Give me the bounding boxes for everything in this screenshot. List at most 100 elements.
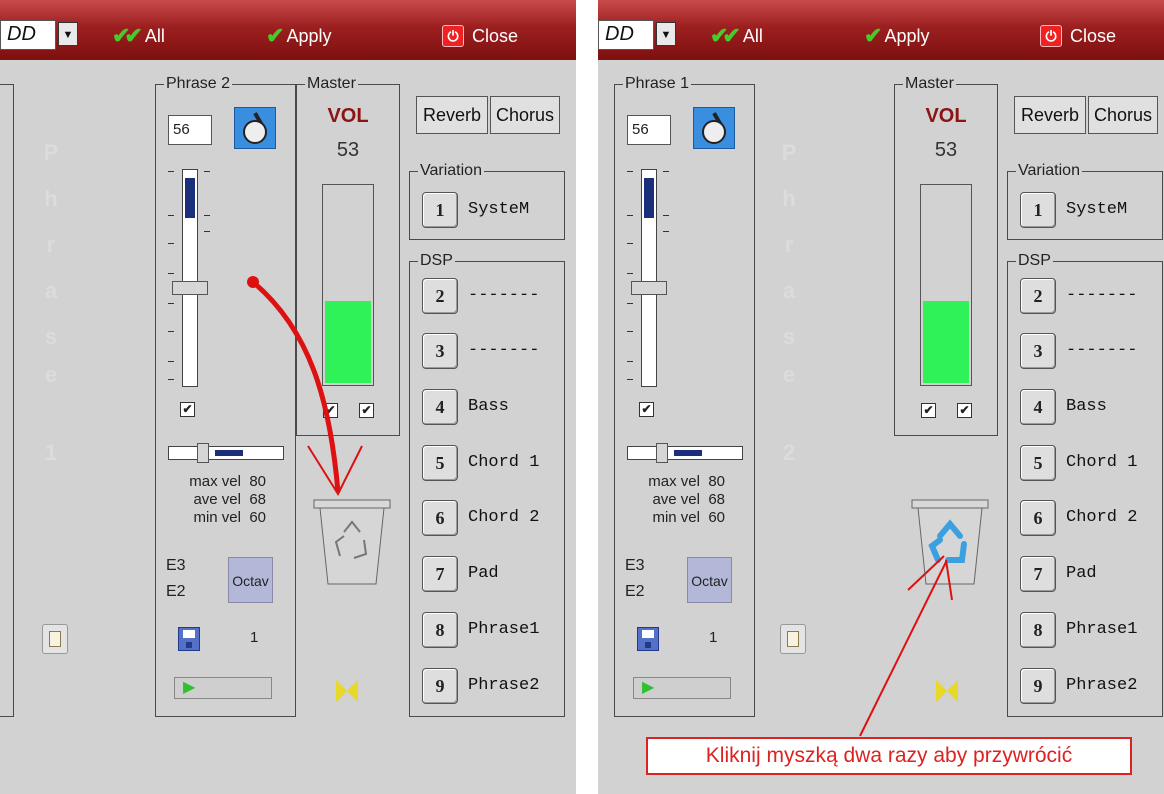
variation-label: SysteM	[1066, 200, 1128, 219]
apply-button[interactable]: ✔ Apply	[266, 22, 331, 50]
power-icon: ⏻	[1040, 25, 1062, 47]
dsp-number-button[interactable]: 4	[1020, 389, 1056, 425]
close-button[interactable]: ⏻ Close	[1040, 22, 1116, 50]
chorus-button[interactable]: Chorus	[490, 96, 560, 134]
save-icon[interactable]	[637, 627, 659, 651]
reverb-button[interactable]: Reverb	[416, 96, 488, 134]
dsp-number-button[interactable]: 5	[422, 445, 458, 481]
program-number-input[interactable]: 56	[627, 115, 671, 145]
volume-vertical-slider[interactable]	[182, 169, 198, 387]
dsp-legend: DSP	[418, 252, 455, 270]
max-vel-row: max vel 80	[156, 473, 266, 490]
paste-clipboard-icon[interactable]	[42, 624, 68, 654]
dsp-number-button[interactable]: 8	[422, 612, 458, 648]
pan-slider-thumb[interactable]	[656, 443, 668, 463]
left-screenshot-panel: DD ▼ ✔✔ All ✔ Apply ⏻ Close P h r a s e 1 P…	[0, 0, 576, 794]
ghost-letter: e	[44, 362, 58, 387]
banjo-instrument-icon[interactable]	[234, 107, 276, 149]
chorus-button[interactable]: Chorus	[1088, 96, 1158, 134]
enable-checkbox[interactable]: ✔	[180, 402, 195, 417]
variation-number-button[interactable]: 1	[422, 192, 458, 228]
phrase-group: Phrase 2 56 ✔ max vel 80 ave vel 68 min …	[155, 75, 296, 717]
paste-clipboard-icon[interactable]	[780, 624, 806, 654]
volume-vertical-slider[interactable]	[641, 169, 657, 387]
ave-vel-label: ave vel	[652, 491, 700, 508]
phrase-legend: Phrase 2	[164, 75, 233, 93]
dropdown-arrow-button[interactable]: ▼	[656, 22, 676, 46]
octave-button[interactable]: Octav	[687, 557, 732, 603]
dsp-label: Chord 1	[468, 453, 540, 472]
phrase-group: Phrase 1 56 ✔ max vel 80 ave vel 68 min …	[614, 75, 755, 717]
dsp-legend: DSP	[1016, 252, 1053, 270]
mode-dropdown[interactable]: DD	[0, 20, 56, 50]
save-icon[interactable]	[178, 627, 200, 651]
recycle-bin-icon[interactable]	[312, 496, 392, 588]
dsp-number-button[interactable]: 7	[1020, 556, 1056, 592]
min-vel-label: min vel	[193, 509, 241, 526]
double-click-callout: Kliknij myszką dwa razy aby przywrócić	[646, 737, 1132, 775]
reverb-button[interactable]: Reverb	[1014, 96, 1086, 134]
variation-number-button[interactable]: 1	[1020, 192, 1056, 228]
all-label: All	[144, 25, 165, 46]
close-button[interactable]: ⏻ Close	[442, 22, 518, 50]
dsp-number-button[interactable]: 3	[422, 333, 458, 369]
dsp-number-button[interactable]: 5	[1020, 445, 1056, 481]
dsp-number-button[interactable]: 2	[422, 278, 458, 314]
dsp-label: Chord 1	[1066, 453, 1138, 472]
master-solo-checkbox[interactable]: ✔	[359, 403, 374, 418]
enable-checkbox[interactable]: ✔	[639, 402, 654, 417]
pan-horizontal-slider[interactable]	[168, 443, 284, 463]
dsp-label: Phrase1	[1066, 620, 1138, 639]
apply-label: Apply	[286, 25, 332, 46]
master-solo-checkbox[interactable]: ✔	[957, 403, 972, 418]
variation-legend: Variation	[418, 162, 484, 180]
dsp-number-button[interactable]: 9	[422, 668, 458, 704]
dsp-number-button[interactable]: 6	[422, 500, 458, 536]
page-number: 1	[250, 629, 259, 646]
dsp-number-button[interactable]: 3	[1020, 333, 1056, 369]
mode-dropdown[interactable]: DD	[598, 20, 654, 50]
vertical-slider-thumb[interactable]	[172, 281, 208, 295]
master-legend: Master	[903, 75, 956, 93]
dsp-number-button[interactable]: 7	[422, 556, 458, 592]
bowtie-toggle-icon[interactable]	[936, 680, 958, 702]
dsp-group: DSP 2 ------- 3 ------- 4 Bass 5 Chord 1 6 Ch…	[1007, 252, 1163, 717]
pan-slider-thumb[interactable]	[197, 443, 209, 463]
dsp-number-button[interactable]: 6	[1020, 500, 1056, 536]
dsp-label: Pad	[468, 564, 499, 583]
master-mute-checkbox[interactable]: ✔	[921, 403, 936, 418]
dsp-label: Phrase1	[468, 620, 540, 639]
play-button[interactable]: ▶	[633, 677, 731, 699]
master-mute-checkbox[interactable]: ✔	[323, 403, 338, 418]
volume-meter	[322, 184, 374, 386]
dsp-label: -------	[1066, 286, 1138, 305]
dropdown-arrow-button[interactable]: ▼	[58, 22, 78, 46]
ghost-letter: P	[43, 140, 59, 165]
play-button[interactable]: ▶	[174, 677, 272, 699]
dsp-number-button[interactable]: 4	[422, 389, 458, 425]
ave-vel-row: ave vel 68	[156, 491, 266, 508]
dsp-number-button[interactable]: 9	[1020, 668, 1056, 704]
dsp-number-button[interactable]: 8	[1020, 612, 1056, 648]
pan-level-bar	[674, 450, 702, 456]
note-high: E3	[625, 557, 645, 574]
ave-vel-value: 68	[708, 491, 725, 508]
vol-value: 53	[336, 139, 360, 161]
program-number-input[interactable]: 56	[168, 115, 212, 145]
note-high: E3	[166, 557, 186, 574]
pan-horizontal-slider[interactable]	[627, 443, 743, 463]
dsp-label: -------	[468, 341, 540, 360]
dsp-number-button[interactable]: 2	[1020, 278, 1056, 314]
octave-button[interactable]: Octav	[228, 557, 273, 603]
bowtie-toggle-icon[interactable]	[336, 680, 358, 702]
banjo-instrument-icon[interactable]	[693, 107, 735, 149]
variation-legend: Variation	[1016, 162, 1082, 180]
min-vel-row: min vel 60	[615, 509, 725, 526]
all-button[interactable]: ✔✔ All	[710, 22, 763, 50]
max-vel-row: max vel 80	[615, 473, 725, 490]
all-button[interactable]: ✔✔ All	[112, 22, 165, 50]
recycle-bin-full-icon[interactable]	[910, 496, 990, 588]
vertical-slider-thumb[interactable]	[631, 281, 667, 295]
apply-button[interactable]: ✔ Apply	[864, 22, 929, 50]
master-group: Master VOL 53 ✔ ✔	[894, 75, 998, 436]
